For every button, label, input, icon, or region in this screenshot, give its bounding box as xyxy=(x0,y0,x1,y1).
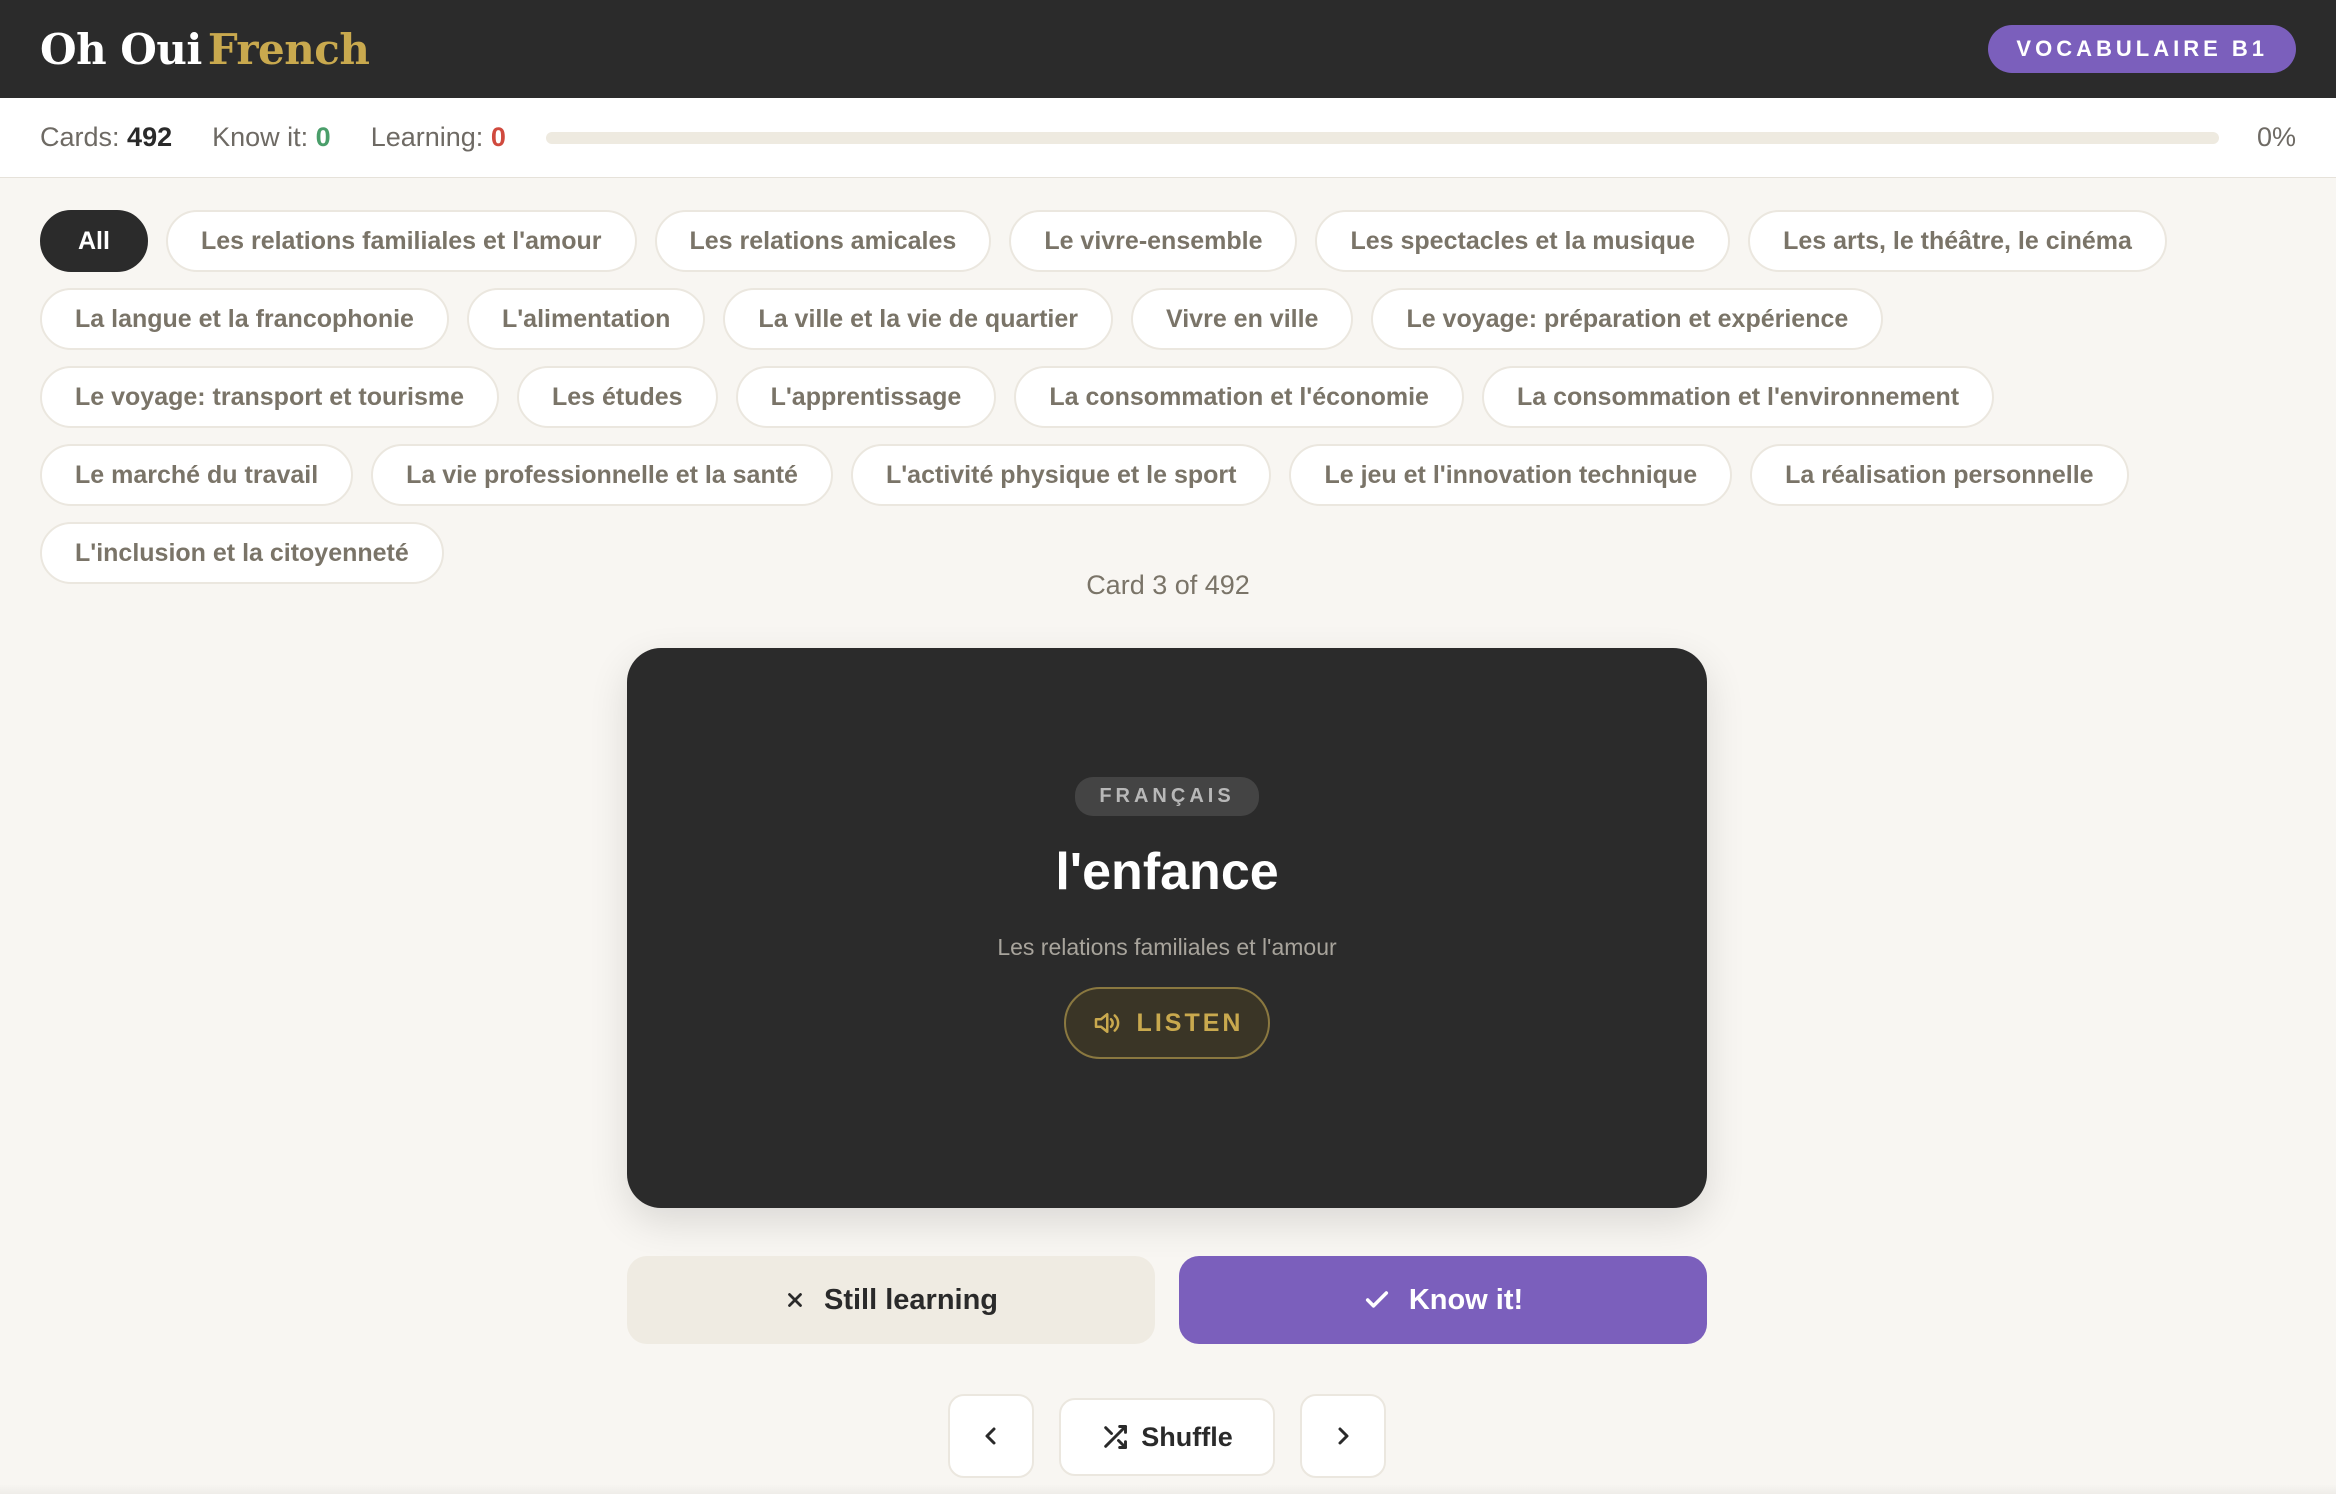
filter-pill[interactable]: Le voyage: préparation et expérience xyxy=(1371,288,1884,350)
shuffle-label: Shuffle xyxy=(1141,1421,1233,1452)
card-counter: Card 3 of 492 xyxy=(1086,570,1250,600)
x-icon xyxy=(784,1289,806,1311)
filter-pill[interactable]: La vie professionnelle et la santé xyxy=(371,444,833,506)
check-icon xyxy=(1363,1286,1391,1314)
listen-label: LISTEN xyxy=(1136,1008,1244,1037)
filter-pill[interactable]: La réalisation personnelle xyxy=(1750,444,2129,506)
filter-pill[interactable]: La ville et la vie de quartier xyxy=(723,288,1114,350)
cards-label: Cards: xyxy=(40,122,120,152)
filter-pill[interactable]: L'activité physique et le sport xyxy=(850,444,1272,506)
filter-pill[interactable]: L'apprentissage xyxy=(735,366,997,428)
know-stat: Know it: 0 xyxy=(212,122,331,153)
listen-button[interactable]: LISTEN xyxy=(1064,987,1270,1059)
shuffle-icon xyxy=(1101,1423,1129,1451)
filter-pill[interactable]: Le vivre-ensemble xyxy=(1009,210,1298,272)
filter-pill[interactable]: Le voyage: transport et tourisme xyxy=(40,366,499,428)
app-logo[interactable]: Oh Oui French xyxy=(40,24,370,74)
filter-pill-all[interactable]: All xyxy=(40,210,148,272)
next-card-button[interactable] xyxy=(1300,1394,1386,1478)
filter-pill[interactable]: La consommation et l'environnement xyxy=(1481,366,1995,428)
chevron-right-icon xyxy=(1338,1427,1349,1445)
learning-label: Learning: xyxy=(370,122,484,152)
category-filters: All Les relations familiales et l'amour Le… xyxy=(40,210,2300,584)
top-bar: Oh Oui French VOCABULAIRE B1 xyxy=(0,0,2336,98)
flashcard[interactable]: FRANÇAIS l'enfance Les relations familia… xyxy=(627,648,1707,1208)
filter-pill[interactable]: L'alimentation xyxy=(466,288,706,350)
progress-percent: 0% xyxy=(2256,122,2296,152)
filter-pill[interactable]: Le jeu et l'innovation technique xyxy=(1289,444,1733,506)
card-word: l'enfance xyxy=(1055,843,1279,901)
still-learning-button[interactable]: Still learning xyxy=(627,1256,1155,1344)
filter-pill[interactable]: Les relations familiales et l'amour xyxy=(165,210,637,272)
card-category: Les relations familiales et l'amour xyxy=(997,934,1337,960)
filter-pill[interactable]: La langue et la francophonie xyxy=(40,288,449,350)
brand-name-part2: French xyxy=(207,24,370,74)
know-it-button[interactable]: Know it! xyxy=(1179,1256,1707,1344)
still-learning-label: Still learning xyxy=(823,1283,999,1316)
cards-count: 492 xyxy=(127,122,173,152)
know-label: Know it: xyxy=(212,122,309,152)
brand-name-part1: Oh Oui xyxy=(40,24,202,74)
chevron-left-icon xyxy=(985,1427,996,1445)
filter-pill[interactable]: Les études xyxy=(516,366,718,428)
shuffle-button[interactable]: Shuffle xyxy=(1059,1398,1275,1476)
know-it-label: Know it! xyxy=(1408,1283,1524,1316)
know-count: 0 xyxy=(315,122,331,152)
learning-count: 0 xyxy=(490,122,506,152)
filter-pill[interactable]: La consommation et l'économie xyxy=(1014,366,1464,428)
bottom-shadow xyxy=(0,1484,2336,1494)
filter-pill[interactable]: Les spectacles et la musique xyxy=(1315,210,1731,272)
stats-bar: Cards: 492 Know it: 0 Learning: 0 0% xyxy=(0,98,2336,178)
learning-stat: Learning: 0 xyxy=(371,122,506,153)
language-badge: FRANÇAIS xyxy=(1075,777,1259,816)
speaker-icon xyxy=(1094,1013,1119,1033)
progress-bar xyxy=(545,131,2219,144)
filter-pill[interactable]: Les relations amicales xyxy=(654,210,992,272)
previous-card-button[interactable] xyxy=(948,1394,1034,1478)
cards-stat: Cards: 492 xyxy=(40,122,172,153)
level-badge: VOCABULAIRE B1 xyxy=(1988,25,2296,73)
filter-pill[interactable]: Les arts, le théâtre, le cinéma xyxy=(1748,210,2167,272)
filter-pill[interactable]: Le marché du travail xyxy=(40,444,354,506)
filter-pill[interactable]: Vivre en ville xyxy=(1131,288,1354,350)
